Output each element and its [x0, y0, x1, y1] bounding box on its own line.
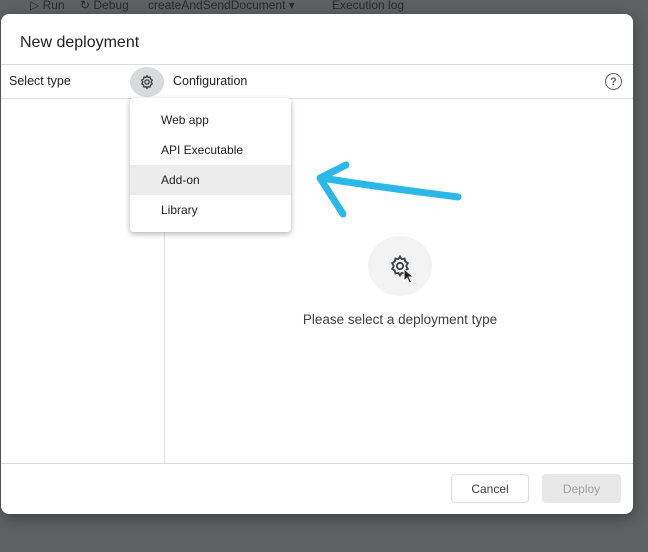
placeholder-gear-circle [368, 236, 432, 296]
menu-item-add-on[interactable]: Add-on [130, 165, 291, 195]
help-icon[interactable]: ? [605, 73, 622, 90]
menu-item-library[interactable]: Library [130, 195, 291, 225]
execution-log-button[interactable]: Execution log [332, 0, 404, 11]
deployment-type-menu: Web app API Executable Add-on Library [130, 98, 291, 232]
dialog-title: New deployment [20, 34, 140, 51]
select-type-gear-button[interactable] [130, 67, 164, 97]
function-select[interactable]: createAndSendDocument ▾ [148, 0, 295, 11]
menu-item-api-executable[interactable]: API Executable [130, 135, 291, 165]
menu-item-web-app[interactable]: Web app [130, 105, 291, 135]
mouse-pointer-icon [403, 268, 415, 284]
new-deployment-dialog: New deployment Select type Configuration… [1, 14, 633, 514]
editor-toolbar: ▷ Run ↻ Debug createAndSendDocument ▾ Ex… [0, 0, 648, 14]
divider [1, 64, 633, 65]
divider [1, 98, 633, 99]
select-type-label: Select type [9, 74, 71, 88]
configuration-label: Configuration [173, 74, 248, 88]
divider [1, 463, 633, 464]
placeholder-text: Please select a deployment type [302, 312, 498, 327]
debug-button[interactable]: ↻ Debug [80, 0, 129, 11]
cancel-button[interactable]: Cancel [451, 474, 529, 503]
gear-icon [140, 74, 154, 90]
run-button[interactable]: ▷ Run [30, 0, 65, 11]
deploy-button[interactable]: Deploy [542, 474, 621, 503]
